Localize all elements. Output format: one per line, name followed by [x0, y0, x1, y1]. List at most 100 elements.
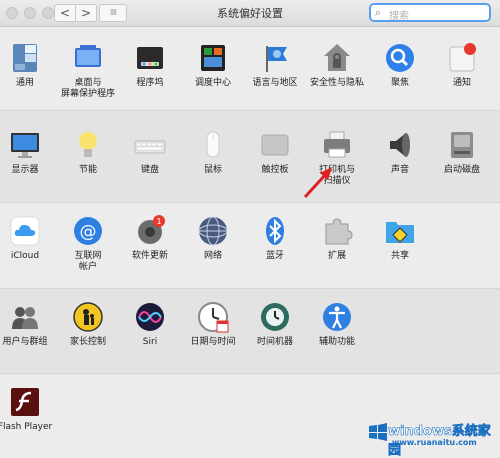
extensions-icon: [321, 215, 353, 247]
section-personal: 通用 桌面与 屏幕保护程序 程序坞 调度中心 语言与地区 安全性与隐私 聚焦 通…: [0, 27, 500, 110]
section-internet-wireless: iCloud @ 互联网 帐户 1 软件更新 网络 蓝牙 扩展 共享: [0, 202, 500, 289]
startup-disk-icon: [446, 129, 478, 161]
svg-text:@: @: [80, 222, 97, 242]
pref-date-time[interactable]: 日期与时间: [183, 301, 243, 348]
icloud-icon: [9, 215, 41, 247]
pref-icloud[interactable]: iCloud: [0, 215, 55, 262]
pref-keyboard[interactable]: 键盘: [120, 129, 180, 176]
siri-icon: [134, 301, 166, 333]
accessibility-icon: [321, 301, 353, 333]
pref-trackpad[interactable]: 触控板: [245, 129, 305, 176]
search-icon: ⌕: [375, 6, 382, 19]
internet-accounts-icon: @: [72, 215, 104, 247]
pref-general[interactable]: 通用: [0, 42, 55, 89]
pref-flash-player[interactable]: Flash Player: [0, 386, 55, 433]
pref-mission-control[interactable]: 调度中心: [183, 42, 243, 89]
pref-users-groups[interactable]: 用户与群组: [0, 301, 55, 348]
sound-icon: [384, 129, 416, 161]
pref-label: Siri: [142, 337, 158, 347]
pref-label: 启动磁盘: [443, 165, 480, 175]
pref-label: 家长控制: [69, 337, 106, 347]
pref-label: iCloud: [10, 251, 40, 261]
sharing-icon: [384, 215, 416, 247]
pref-spotlight[interactable]: 聚焦: [370, 42, 430, 89]
dock-icon: [134, 42, 166, 74]
pref-label: 通知: [452, 78, 471, 88]
flash-player-icon: [9, 386, 41, 418]
pref-time-machine[interactable]: 时间机器: [245, 301, 305, 348]
pref-label: 安全性与隐私: [309, 78, 364, 88]
pref-label: 显示器: [11, 165, 39, 175]
software-update-icon: 1: [134, 215, 166, 247]
pref-label: 调度中心: [194, 78, 231, 88]
pref-label: 键盘: [140, 165, 159, 175]
keyboard-icon: [134, 129, 166, 161]
pref-network[interactable]: 网络: [183, 215, 243, 262]
watermark-url: www.ruanaitu.com: [392, 438, 477, 447]
pref-internet-accounts[interactable]: @ 互联网 帐户: [58, 215, 118, 273]
pref-label: 时间机器: [256, 337, 293, 347]
pref-accessibility[interactable]: 辅助功能: [307, 301, 367, 348]
pref-energy-saver[interactable]: 节能: [58, 129, 118, 176]
network-icon: [197, 215, 229, 247]
pref-sharing[interactable]: 共享: [370, 215, 430, 262]
pref-notifications[interactable]: 通知: [432, 42, 492, 89]
pref-label: 共享: [390, 251, 409, 261]
pref-startup-disk[interactable]: 启动磁盘: [432, 129, 492, 176]
pref-label: 日期与时间: [190, 337, 236, 347]
pref-label: 辅助功能: [318, 337, 355, 347]
pref-label: 软件更新: [131, 251, 168, 261]
pref-label: 桌面与 屏幕保护程序: [60, 78, 115, 99]
general-icon: [9, 42, 41, 74]
date-time-icon: [197, 301, 229, 333]
windows-logo-icon: [369, 423, 387, 441]
mission-control-icon: [197, 42, 229, 74]
pref-label: 节能: [78, 165, 97, 175]
parental-controls-icon: [72, 301, 104, 333]
notifications-icon: [446, 42, 478, 74]
section-hardware: 显示器 节能 键盘 鼠标 触控板 打印机与 扫描仪 声音 启动磁盘: [0, 110, 500, 203]
pref-label: 程序坞: [136, 78, 164, 88]
pref-label: 通用: [15, 78, 34, 88]
pref-label: 用户与群组: [2, 337, 48, 347]
security-privacy-icon: [321, 42, 353, 74]
watermark: windows系统家园 www.ruanaitu.com: [368, 412, 498, 458]
bluetooth-icon: [259, 215, 291, 247]
pref-mouse[interactable]: 鼠标: [183, 129, 243, 176]
mouse-icon: [197, 129, 229, 161]
pref-parental-controls[interactable]: 家长控制: [58, 301, 118, 348]
search-placeholder: 搜索: [389, 11, 409, 22]
desktop-screensaver-icon: [72, 42, 104, 74]
spotlight-icon: [384, 42, 416, 74]
search-field[interactable]: ⌕ 搜索: [369, 3, 491, 22]
pref-security-privacy[interactable]: 安全性与隐私: [307, 42, 367, 89]
section-system: 用户与群组 家长控制 Siri 日期与时间 时间机器 辅助功能: [0, 288, 500, 374]
red-arrow-annotation: [303, 167, 332, 199]
pref-label: 蓝牙: [265, 251, 284, 261]
pref-sound[interactable]: 声音: [370, 129, 430, 176]
pref-software-update[interactable]: 1 软件更新: [120, 215, 180, 262]
pref-extensions[interactable]: 扩展: [307, 215, 367, 262]
printers-scanners-icon: [321, 129, 353, 161]
pref-displays[interactable]: 显示器: [0, 129, 55, 176]
pref-siri[interactable]: Siri: [120, 301, 180, 348]
trackpad-icon: [259, 129, 291, 161]
energy-saver-icon: [72, 129, 104, 161]
pref-label: 鼠标: [203, 165, 222, 175]
pref-label: 网络: [203, 251, 222, 261]
pref-label: Flash Player: [0, 422, 53, 432]
pref-bluetooth[interactable]: 蓝牙: [245, 215, 305, 262]
title-bar: < > ⁝⁝⁝⁝ 系统偏好设置 ⌕ 搜索: [0, 0, 500, 27]
pref-label: 互联网 帐户: [74, 251, 102, 272]
time-machine-icon: [259, 301, 291, 333]
pref-desktop-screensaver[interactable]: 桌面与 屏幕保护程序: [58, 42, 118, 100]
pref-label: 触控板: [261, 165, 289, 175]
users-groups-icon: [9, 301, 41, 333]
pref-label: 聚焦: [390, 78, 409, 88]
pref-label: 声音: [390, 165, 409, 175]
update-badge: 1: [156, 217, 161, 226]
pref-label: 扩展: [327, 251, 346, 261]
pref-dock[interactable]: 程序坞: [120, 42, 180, 89]
pref-language-region[interactable]: 语言与地区: [245, 42, 305, 89]
language-region-icon: [259, 42, 291, 74]
